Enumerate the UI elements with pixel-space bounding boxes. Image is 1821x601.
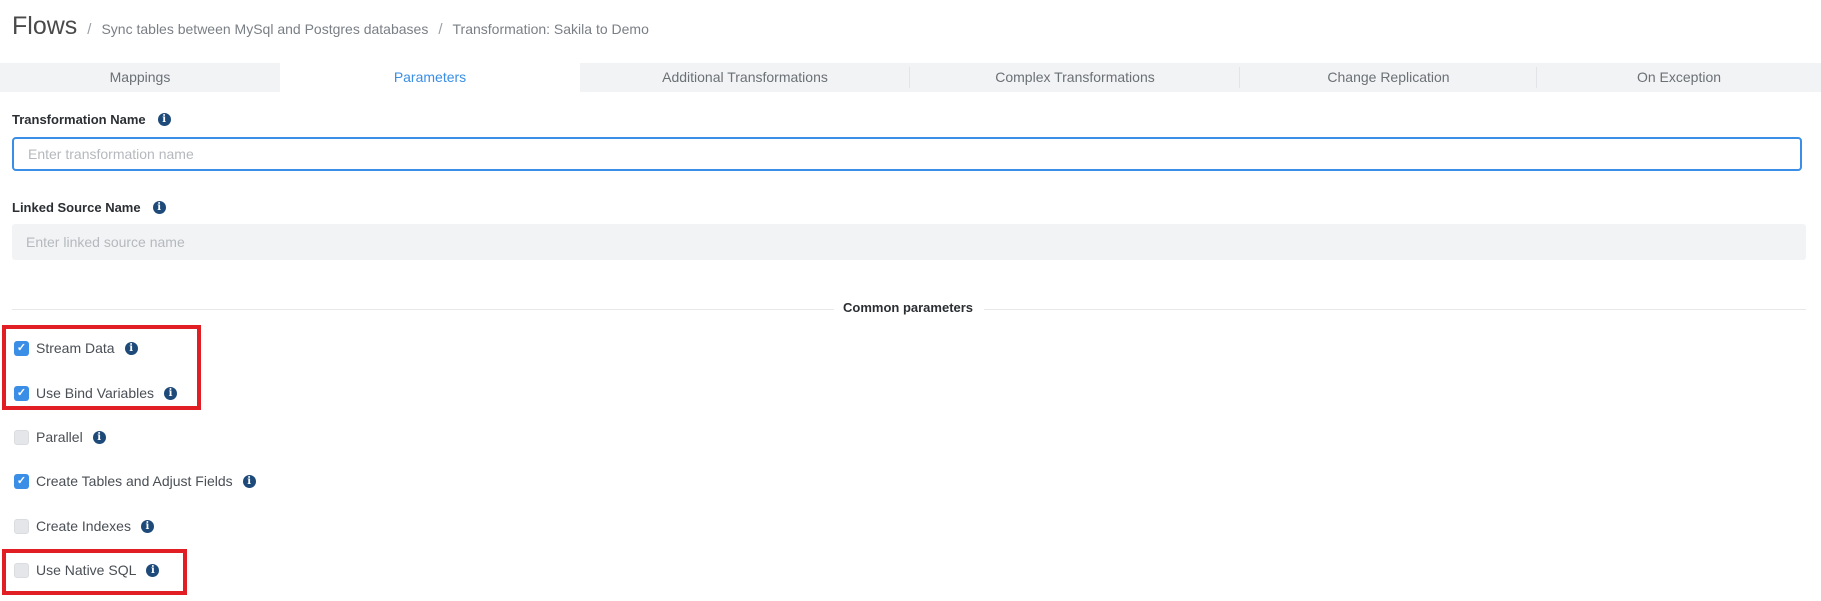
breadcrumb-separator: / (438, 21, 443, 38)
tab-additional-transformations[interactable]: Additional Transformations (580, 63, 910, 92)
tab-change-replication[interactable]: Change Replication (1240, 63, 1537, 92)
linked-source-name-label: Linked Source Name i (12, 200, 166, 215)
transformation-name-label: Transformation Name i (12, 112, 171, 127)
info-icon[interactable]: i (157, 113, 171, 126)
section-divider-left (12, 309, 834, 310)
checkbox-unchecked[interactable] (14, 429, 29, 445)
info-icon[interactable]: i (140, 519, 154, 533)
info-icon[interactable]: i (242, 474, 256, 488)
breadcrumb-flow-link[interactable]: Sync tables between MySql and Postgres d… (101, 21, 428, 37)
section-divider-right (984, 309, 1806, 310)
breadcrumb-separator: / (87, 21, 92, 38)
page-title[interactable]: Flows (12, 12, 77, 41)
checkbox-unchecked[interactable] (14, 518, 29, 534)
linked-source-name-input (12, 224, 1806, 260)
tab-mappings[interactable]: Mappings (0, 63, 280, 92)
transformation-name-input[interactable] (12, 137, 1802, 171)
tab-parameters[interactable]: Parameters (280, 63, 580, 92)
checkbox-checked[interactable]: ✓ (14, 473, 29, 489)
option-create-tables-adjust-fields[interactable]: ✓ Create Tables and Adjust Fields i (14, 472, 256, 490)
highlight-box (2, 549, 187, 595)
breadcrumb-current: Transformation: Sakila to Demo (452, 21, 649, 37)
highlight-box (2, 325, 201, 410)
info-icon[interactable]: i (92, 430, 106, 444)
breadcrumb: Flows / Sync tables between MySql and Po… (12, 12, 649, 46)
tab-on-exception[interactable]: On Exception (1537, 63, 1821, 92)
common-parameters-heading: Common parameters (843, 300, 974, 315)
info-icon[interactable]: i (152, 201, 166, 214)
tab-bar: Mappings Parameters Additional Transform… (0, 63, 1821, 92)
option-parallel[interactable]: Parallel i (14, 428, 106, 446)
option-create-indexes[interactable]: Create Indexes i (14, 517, 154, 535)
checkmark-icon: ✓ (16, 474, 27, 487)
tab-complex-transformations[interactable]: Complex Transformations (910, 63, 1240, 92)
